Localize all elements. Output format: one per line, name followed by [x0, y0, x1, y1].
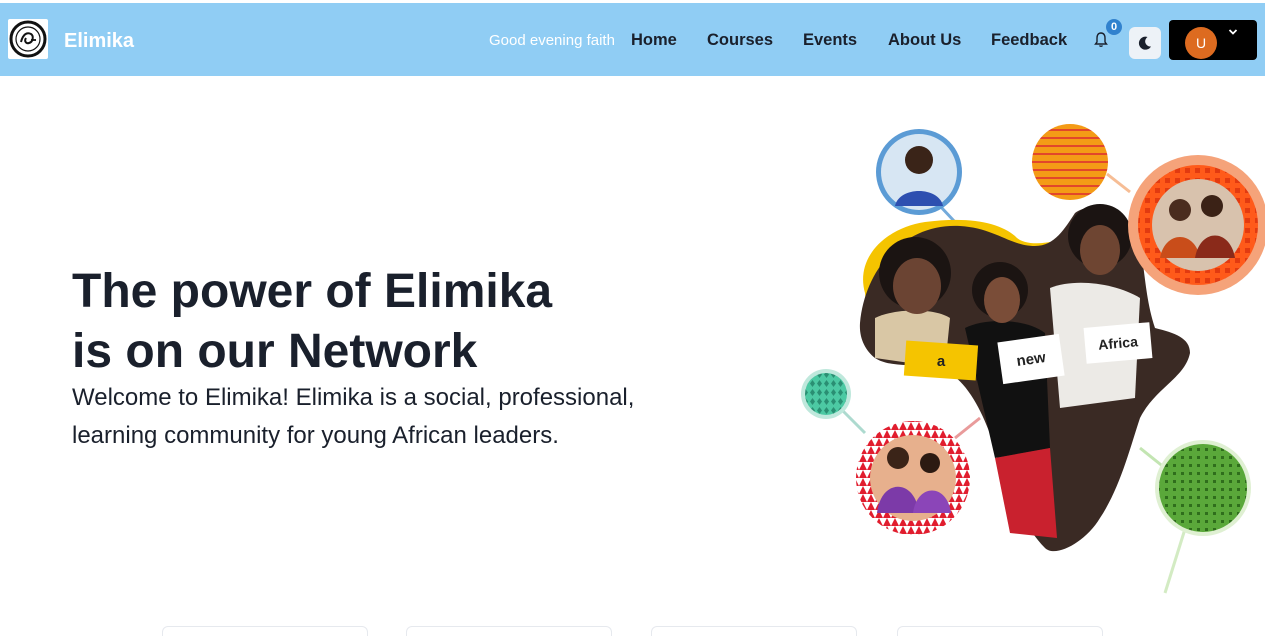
network-illustration: a new Africa	[801, 124, 1265, 594]
feature-card[interactable]	[651, 626, 857, 636]
greeting-text: Good evening faith	[489, 32, 615, 49]
nav-feedback-link[interactable]: Feedback	[991, 31, 1067, 50]
nav-home-link[interactable]: Home	[631, 31, 677, 50]
moon-icon	[1138, 36, 1151, 50]
sign-a: a	[903, 340, 979, 381]
avatar: U	[1185, 27, 1217, 59]
chevron-down-icon	[1228, 29, 1238, 35]
nav-events-link[interactable]: Events	[803, 31, 857, 50]
theme-toggle-button[interactable]	[1129, 27, 1161, 59]
feature-card[interactable]	[406, 626, 612, 636]
hero-title-line1: The power of Elimika	[72, 265, 553, 318]
user-menu-button[interactable]: U	[1169, 20, 1257, 60]
sign-new: new	[997, 333, 1065, 385]
feature-card[interactable]	[897, 626, 1103, 636]
hero-title: The power of Elimika is on our Network	[72, 262, 692, 382]
brand-name[interactable]: Elimika	[64, 30, 134, 53]
svg-text:a: a	[937, 353, 946, 370]
notification-badge: 0	[1106, 19, 1122, 35]
sign-africa: Africa	[1083, 322, 1153, 364]
hero-title-line2: is on our Network	[72, 325, 478, 378]
top-navbar: Elimika Good evening faith Home Courses …	[0, 3, 1265, 76]
sigma-logo-icon[interactable]	[8, 19, 48, 59]
nav-courses-link[interactable]: Courses	[707, 31, 773, 50]
nav-about-us-link[interactable]: About Us	[888, 31, 961, 50]
feature-card[interactable]	[162, 626, 368, 636]
hero-subtitle: Welcome to Elimika! Elimika is a social,…	[72, 384, 635, 449]
